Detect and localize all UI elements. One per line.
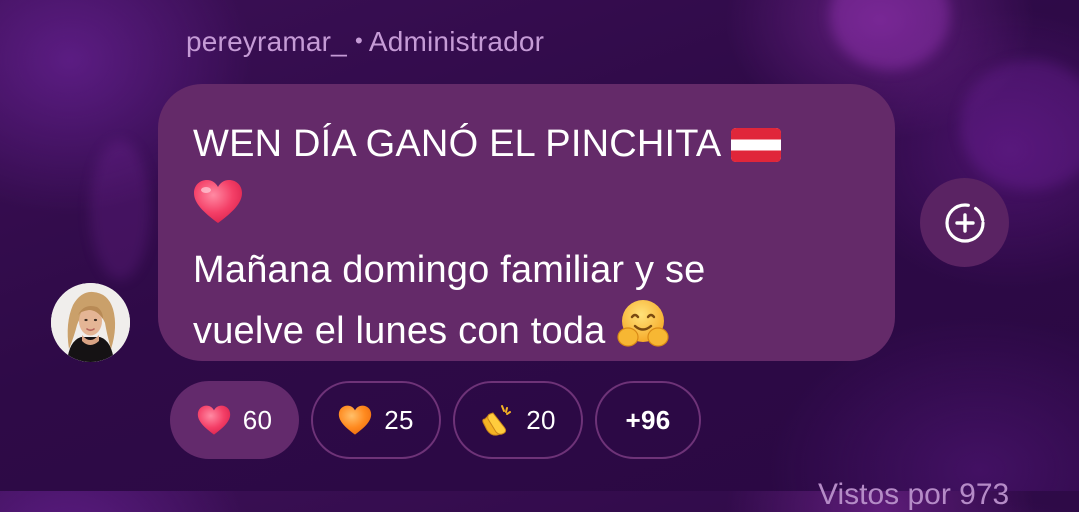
message-text-3: Mañana domingo familiar y se <box>193 249 706 291</box>
message-line <box>193 179 871 242</box>
message-line: Mañana domingo familiar y se <box>193 242 871 299</box>
clapping-hands-emoji <box>480 403 514 437</box>
sender-role: Administrador <box>368 26 545 57</box>
separator-dot: • <box>354 28 363 53</box>
austria-flag-emoji <box>731 122 782 179</box>
red-heart-emoji <box>197 405 231 436</box>
background-glow <box>960 60 1079 190</box>
reaction-chip-clapping-hands[interactable]: 20 <box>453 381 583 459</box>
message-header: pereyramar_ • Administrador <box>186 26 544 58</box>
avatar[interactable] <box>51 283 130 362</box>
avatar-photo <box>51 283 130 362</box>
add-reaction-icon <box>944 202 985 243</box>
message-line: vuelve el lunes con toda <box>193 299 871 366</box>
message-line: WEN DÍA GANÓ EL PINCHITA <box>193 116 871 179</box>
sender-name[interactable]: pereyramar_ <box>186 26 347 57</box>
add-reaction-button[interactable] <box>920 178 1009 267</box>
orange-heart-emoji <box>338 405 372 436</box>
background-glow <box>90 140 150 280</box>
message-text-1: WEN DÍA GANÓ EL PINCHITA <box>193 123 722 165</box>
reaction-chip-orange-heart[interactable]: 25 <box>311 381 441 459</box>
reaction-chip-red-heart[interactable]: 60 <box>170 381 299 459</box>
hugging-face-emoji <box>616 299 670 366</box>
reaction-count: 60 <box>242 404 273 435</box>
seen-by-text: Vistos por 973 <box>818 478 1010 511</box>
reaction-count: 25 <box>384 404 414 435</box>
red-heart-emoji <box>193 179 243 242</box>
reaction-count: 20 <box>526 404 556 435</box>
message-bubble[interactable]: WEN DÍA GANÓ EL PINCHITA Mañana domingo … <box>158 84 895 361</box>
background-glow <box>830 0 950 70</box>
more-reactions-count: +96 <box>625 404 671 435</box>
message-text-4: vuelve el lunes con toda <box>193 310 606 352</box>
more-reactions-chip[interactable]: +96 <box>595 381 701 459</box>
